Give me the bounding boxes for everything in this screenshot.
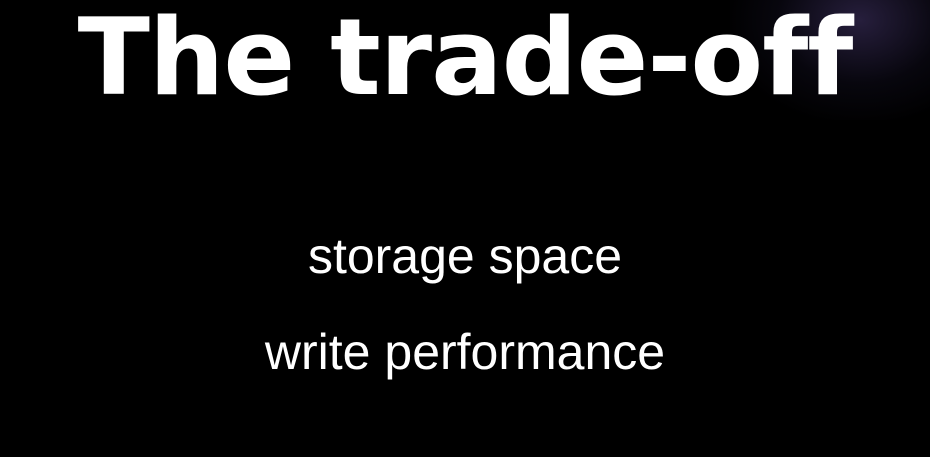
point-write-performance: write performance: [264, 324, 666, 380]
slide-title: The trade-off: [77, 0, 854, 119]
slide: The trade-off storage space write perfor…: [0, 0, 930, 457]
point-storage-space: storage space: [307, 228, 623, 284]
point-list: storage space write performance: [0, 208, 930, 400]
